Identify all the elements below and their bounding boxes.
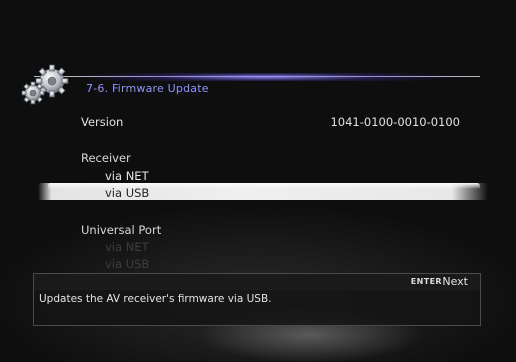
receiver-via-usb-label: via USB <box>105 186 150 200</box>
gears-icon <box>21 64 69 105</box>
version-value: 1041-0100-0010-0100 <box>330 115 460 129</box>
page-title: 7-6. Firmware Update <box>86 82 209 95</box>
universal-port-via-net-option: via NET <box>105 240 149 254</box>
help-description-box: Updates the AV receiver's firmware via U… <box>33 289 481 326</box>
title-bar: 7-6. Firmware Update <box>34 73 480 100</box>
version-label: Version <box>81 115 124 129</box>
firmware-update-screen: 7-6. Firmware Update Version 1041-0100-0… <box>0 0 516 362</box>
receiver-via-net-option[interactable]: via NET <box>105 169 149 183</box>
help-description: Updates the AV receiver's firmware via U… <box>39 293 272 305</box>
enter-key-label: ENTER <box>410 277 442 286</box>
enter-action-label: Next <box>442 275 468 288</box>
universal-port-via-usb-option: via USB <box>105 257 150 271</box>
receiver-section-label: Receiver <box>81 151 131 165</box>
universal-port-section-label: Universal Port <box>81 223 162 237</box>
key-guide-bar: ENTER Next <box>33 273 481 290</box>
